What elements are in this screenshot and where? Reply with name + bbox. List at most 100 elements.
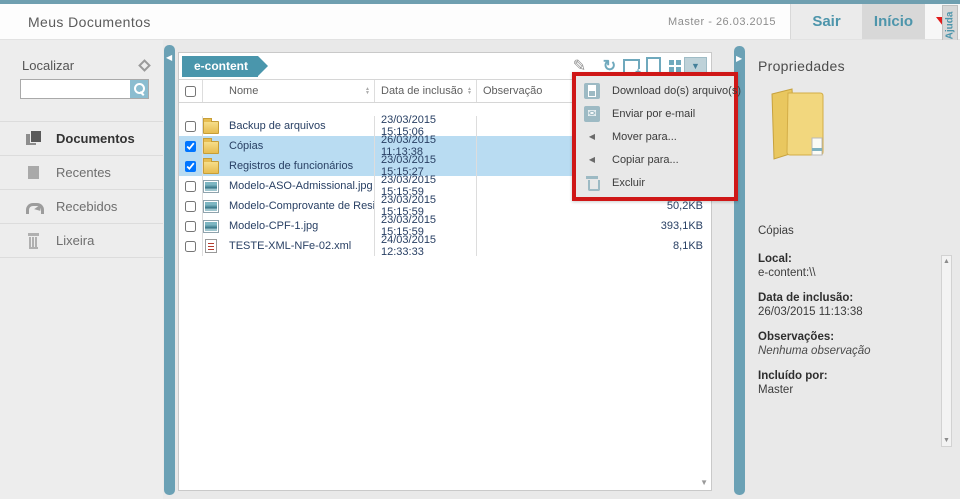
clear-search-icon[interactable] — [138, 59, 151, 72]
sidebar-item-lixeira[interactable]: Lixeira — [0, 224, 163, 258]
sidebar-collapse-bar[interactable]: ◀ — [164, 45, 175, 495]
email-icon — [584, 106, 600, 122]
property-label: Data de inclusão: — [758, 292, 948, 304]
file-name[interactable]: Registros de funcionários — [227, 156, 375, 176]
row-checkbox[interactable] — [185, 121, 196, 132]
app-window: Meus Documentos Master - 26.03.2015 Sair… — [0, 0, 960, 499]
row-checkbox[interactable] — [185, 161, 196, 172]
row-checkbox[interactable] — [185, 181, 196, 192]
property-value: 26/03/2015 11:13:38 — [758, 306, 948, 318]
property-value: Master — [758, 384, 948, 396]
table-row[interactable]: Modelo-CPF-1.jpg 23/03/2015 15:15:59 393… — [179, 216, 711, 236]
sidebar-item-label: Documentos — [56, 131, 135, 146]
folder-large-icon — [760, 86, 840, 162]
scroll-down-icon[interactable]: ▼ — [700, 478, 708, 487]
file-name[interactable]: Modelo-Comprovante de Residência — [227, 196, 375, 216]
collapse-right-icon: ▶ — [736, 54, 742, 63]
file-date: 26/03/2015 11:13:38 — [375, 136, 477, 156]
breadcrumb[interactable]: e-content — [182, 56, 258, 77]
property-label: Observações: — [758, 331, 948, 343]
file-name[interactable]: Modelo-CPF-1.jpg — [227, 216, 375, 236]
collapse-left-icon: ◀ — [166, 53, 172, 62]
sidebar-item-documentos[interactable]: Documentos — [0, 122, 163, 156]
property-field: Data de inclusão: 26/03/2015 11:13:38 — [758, 292, 948, 318]
file-name[interactable]: Backup de arquivos — [227, 116, 375, 136]
name-column-header[interactable]: Nome▲▼ — [227, 80, 375, 102]
table-row[interactable]: TESTE-XML-NFe-02.xml 24/03/2015 12:33:33… — [179, 236, 711, 256]
trash-icon — [26, 233, 42, 248]
context-menu-item[interactable]: Enviar por e-mail — [576, 102, 734, 125]
row-checkbox[interactable] — [185, 141, 196, 152]
file-date: 23/03/2015 15:15:06 — [375, 116, 477, 136]
row-checkbox[interactable] — [185, 201, 196, 212]
file-date: 24/03/2015 12:33:33 — [375, 236, 477, 256]
logout-button[interactable]: Sair — [790, 4, 862, 39]
property-label: Local: — [758, 253, 948, 265]
property-value: e-content:\\ — [758, 267, 948, 279]
file-type-icon — [203, 200, 219, 213]
properties-fields: Local: e-content:\\ Data de inclusão: 26… — [758, 253, 948, 396]
page-title: Meus Documentos — [0, 14, 151, 30]
file-type-icon — [205, 239, 217, 253]
header-bar: Meus Documentos Master - 26.03.2015 Sair… — [0, 4, 960, 40]
file-type-icon — [203, 180, 219, 193]
file-type-icon — [203, 121, 219, 134]
sidebar-item-recentes[interactable]: Recentes — [0, 156, 163, 190]
file-date: 23/03/2015 15:15:59 — [375, 216, 477, 236]
sidebar-item-label: Lixeira — [56, 233, 94, 248]
sidebar-item-label: Recentes — [56, 165, 111, 180]
context-menu-item-label: Enviar por e-mail — [612, 108, 695, 120]
help-tab-label: Ajuda — [945, 11, 956, 39]
home-button[interactable]: Início — [862, 4, 924, 39]
file-type-icon — [203, 141, 219, 154]
context-menu: Download do(s) arquivo(s) Enviar por e-m… — [572, 72, 738, 201]
file-name[interactable]: Cópias — [227, 136, 375, 156]
trash-icon — [584, 175, 600, 191]
sidebar-nav: Documentos Recentes Recebidos Lixeira — [0, 121, 163, 258]
file-date: 23/03/2015 15:15:27 — [375, 156, 477, 176]
property-field: Observações: Nenhuma observação — [758, 331, 948, 357]
context-menu-item-label: Copiar para... — [612, 154, 679, 166]
scroll-up-icon[interactable]: ▲ — [942, 258, 951, 265]
file-size: 8,1KB — [639, 236, 711, 256]
type-column-header — [203, 80, 227, 102]
file-type-icon — [203, 161, 219, 174]
file-name[interactable]: Modelo-ASO-Admissional.jpg — [227, 176, 375, 196]
documents-icon — [26, 131, 42, 146]
row-checkbox[interactable] — [185, 221, 196, 232]
context-menu-item-label: Mover para... — [612, 131, 677, 143]
context-menu-item[interactable]: Download do(s) arquivo(s) — [576, 79, 734, 102]
properties-panel: Propriedades Cópias Local: e-content:\\ … — [748, 40, 960, 499]
context-menu-item[interactable]: Excluir — [576, 171, 734, 194]
sort-icon[interactable]: ▲▼ — [467, 87, 472, 95]
sidebar: Localizar Documentos Recentes Recebidos … — [0, 40, 163, 499]
scroll-down-icon[interactable]: ▼ — [942, 437, 951, 444]
file-observation — [477, 216, 639, 236]
file-size: 393,1KB — [639, 216, 711, 236]
received-icon — [26, 199, 42, 214]
save-icon — [584, 83, 600, 99]
context-menu-item-label: Excluir — [612, 177, 645, 189]
search-label: Localizar — [22, 58, 74, 73]
file-observation — [477, 236, 639, 256]
context-menu-item[interactable]: Copiar para... — [576, 148, 734, 171]
row-checkbox[interactable] — [185, 241, 196, 252]
property-field: Local: e-content:\\ — [758, 253, 948, 279]
help-tab[interactable]: Ajuda — [942, 5, 958, 45]
file-type-icon — [203, 220, 219, 233]
recent-icon — [26, 165, 42, 180]
sidebar-item-recebidos[interactable]: Recebidos — [0, 190, 163, 224]
header-spacer — [151, 4, 668, 39]
file-date: 23/03/2015 15:15:59 — [375, 196, 477, 216]
user-date-label: Master - 26.03.2015 — [668, 16, 790, 28]
property-label: Incluído por: — [758, 370, 948, 382]
selected-item-name: Cópias — [758, 225, 948, 237]
properties-scrollbar[interactable]: ▲ ▼ — [941, 255, 952, 447]
property-value: Nenhuma observação — [758, 345, 948, 357]
select-all-checkbox[interactable] — [185, 86, 196, 97]
file-name[interactable]: TESTE-XML-NFe-02.xml — [227, 236, 375, 256]
sort-icon[interactable]: ▲▼ — [365, 87, 370, 95]
date-column-header[interactable]: Data de inclusão▲▼ — [375, 80, 477, 102]
context-menu-item[interactable]: Mover para... — [576, 125, 734, 148]
search-button[interactable] — [130, 80, 148, 98]
